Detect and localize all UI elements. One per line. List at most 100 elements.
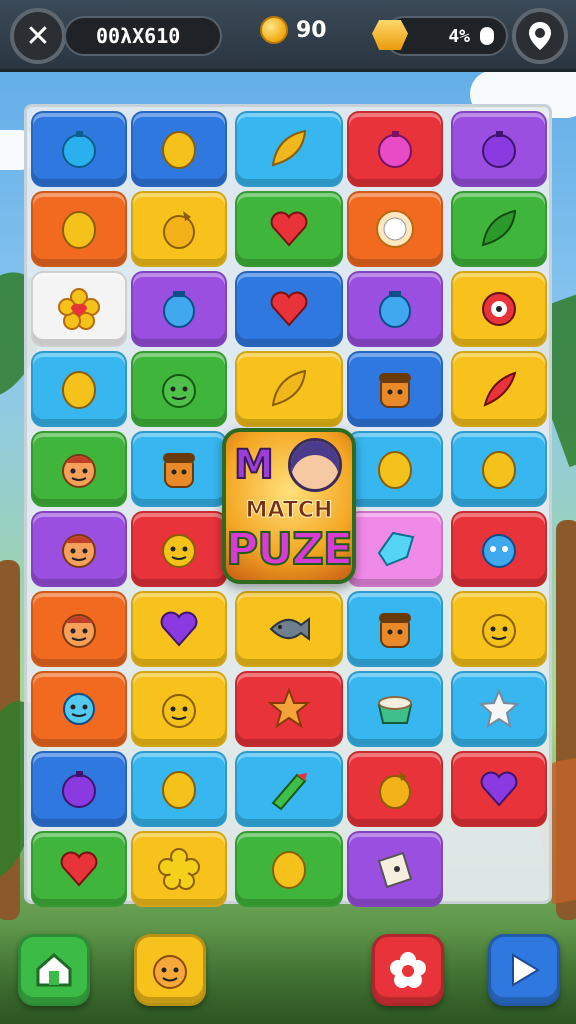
board-tile[interactable] xyxy=(347,591,443,667)
toggle-dot-icon xyxy=(480,27,494,45)
character-icon xyxy=(153,955,187,989)
board-tile[interactable] xyxy=(31,511,127,587)
board-tile[interactable] xyxy=(347,191,443,267)
board-tile[interactable] xyxy=(131,831,227,907)
board-tile[interactable] xyxy=(31,591,127,667)
board-tile[interactable] xyxy=(131,271,227,347)
heart-purple-icon xyxy=(480,771,518,807)
leaf-yellow-icon xyxy=(271,129,307,167)
board-tile[interactable] xyxy=(131,111,227,187)
board-tile[interactable] xyxy=(347,111,443,187)
board-tile[interactable] xyxy=(131,351,227,427)
board-tile[interactable] xyxy=(451,271,547,347)
board-tile[interactable] xyxy=(131,511,227,587)
face-icon xyxy=(62,454,96,488)
map-button[interactable] xyxy=(512,8,568,64)
board-tile[interactable] xyxy=(451,111,547,187)
location-pin-icon xyxy=(529,22,551,50)
eye-icon xyxy=(482,292,516,326)
gem-icon xyxy=(372,20,408,50)
face-yellow-icon xyxy=(162,534,196,568)
coin-icon xyxy=(260,16,288,44)
play-icon xyxy=(512,953,540,987)
play-button[interactable] xyxy=(488,934,560,1006)
fish-icon xyxy=(269,617,310,641)
board-tile[interactable] xyxy=(347,831,443,907)
face-icon xyxy=(62,614,96,648)
match-puzzle-logo: M MATCH PUZE xyxy=(222,428,356,584)
lemon-icon xyxy=(378,451,412,489)
monster-blue-icon xyxy=(482,534,516,568)
board-tile[interactable] xyxy=(347,511,443,587)
logo-line2: PUZE xyxy=(225,523,354,576)
board-tile[interactable] xyxy=(347,751,443,827)
board-tile[interactable] xyxy=(31,431,127,507)
board-tile[interactable] xyxy=(131,191,227,267)
board-tile[interactable] xyxy=(235,751,343,827)
star-white-icon xyxy=(478,688,520,729)
board-tile[interactable] xyxy=(131,431,227,507)
lemon-icon xyxy=(62,211,96,249)
board-tile[interactable] xyxy=(235,831,343,907)
board-tile[interactable] xyxy=(235,351,343,427)
board-tile[interactable] xyxy=(131,751,227,827)
home-icon xyxy=(36,953,72,987)
close-icon: ✕ xyxy=(25,18,51,54)
board-tile[interactable] xyxy=(131,671,227,747)
lemon-icon xyxy=(162,771,196,809)
flower-yellow-icon xyxy=(158,848,200,890)
board-tile[interactable] xyxy=(235,111,343,187)
board-tile[interactable] xyxy=(347,351,443,427)
face-yellow-icon xyxy=(162,694,196,728)
hint-button[interactable] xyxy=(134,934,206,1006)
flower-icon xyxy=(58,288,100,330)
board-tile[interactable] xyxy=(235,191,343,267)
lemon-icon xyxy=(482,451,516,489)
crayon-icon xyxy=(271,773,307,811)
heart-icon xyxy=(270,211,308,247)
board-tile[interactable] xyxy=(451,431,547,507)
board-tile[interactable] xyxy=(451,511,547,587)
logo-emblem-icon: M xyxy=(233,441,275,489)
board-tile[interactable] xyxy=(347,671,443,747)
jar-blue-icon xyxy=(163,291,195,328)
feather-icon xyxy=(483,371,517,407)
board-tile[interactable] xyxy=(31,751,127,827)
board-tile[interactable] xyxy=(451,671,547,747)
shop-button[interactable] xyxy=(372,934,444,1006)
board-tile[interactable] xyxy=(31,351,127,427)
board-tile[interactable] xyxy=(31,671,127,747)
cake-icon xyxy=(377,696,413,724)
coin-counter: 90 xyxy=(260,16,327,44)
coin-value: 90 xyxy=(296,17,327,43)
board-tile[interactable] xyxy=(347,431,443,507)
board-tile[interactable] xyxy=(235,671,343,747)
board-tile[interactable] xyxy=(31,191,127,267)
sun-icon xyxy=(376,210,414,248)
heart-icon xyxy=(270,291,308,327)
home-button[interactable] xyxy=(18,934,90,1006)
gem-cyan-icon xyxy=(377,531,415,567)
board-tile[interactable] xyxy=(235,591,343,667)
board-tile[interactable] xyxy=(235,271,343,347)
board-tile[interactable] xyxy=(451,591,547,667)
orb-pink-icon xyxy=(378,131,412,168)
close-button[interactable]: ✕ xyxy=(10,8,66,64)
leaf-green-icon xyxy=(481,209,517,247)
board-tile[interactable] xyxy=(451,351,547,427)
logo-line1: MATCH xyxy=(245,498,333,524)
board-tile[interactable] xyxy=(31,111,127,187)
board-tile[interactable] xyxy=(347,271,443,347)
board-tile[interactable] xyxy=(31,271,127,347)
gem-value: 4% xyxy=(448,25,470,47)
board-tile[interactable] xyxy=(131,591,227,667)
board-tile[interactable] xyxy=(31,831,127,907)
acorn-face-icon xyxy=(379,613,411,648)
acorn-icon xyxy=(379,771,411,809)
board-tile[interactable] xyxy=(451,751,547,827)
starfish-icon xyxy=(267,687,311,729)
face-icon xyxy=(62,534,96,568)
face-blue-icon xyxy=(63,693,95,725)
board-tile[interactable] xyxy=(451,191,547,267)
logo-character-icon xyxy=(288,438,342,492)
